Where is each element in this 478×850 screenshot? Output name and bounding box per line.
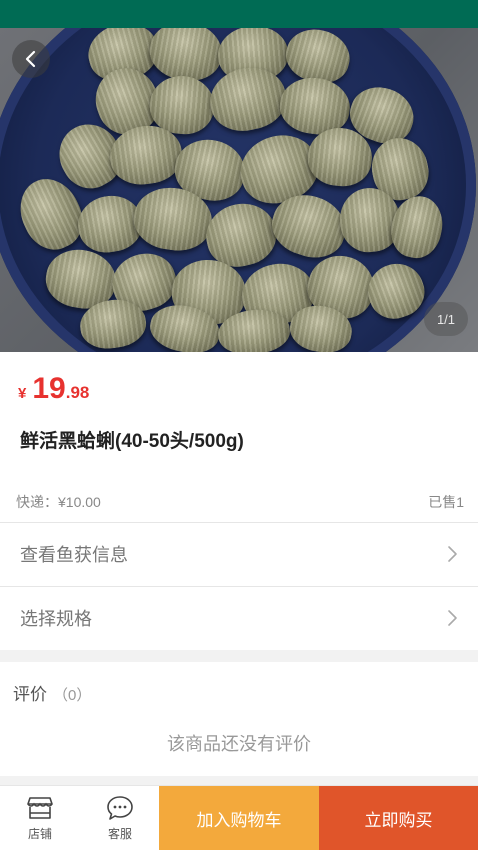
status-bar	[0, 0, 478, 28]
choose-spec-label: 选择规格	[20, 609, 92, 629]
chevron-left-icon	[25, 50, 36, 68]
chevron-right-icon	[448, 610, 457, 626]
bottom-action-bar: 店铺 客服 加入购物车 立即购买	[0, 785, 478, 850]
add-to-cart-button[interactable]: 加入购物车	[159, 786, 319, 850]
chevron-right-icon	[448, 546, 457, 562]
sold-count: 已售1	[428, 494, 464, 510]
shipping-row: 快递：¥10.00 已售1	[16, 492, 464, 512]
section-separator	[0, 776, 478, 785]
choose-spec-link[interactable]: 选择规格	[0, 587, 478, 649]
store-button[interactable]: 店铺	[0, 786, 80, 850]
customer-service-label: 客服	[107, 826, 132, 841]
price-decimal: .98	[65, 383, 90, 402]
customer-service-button[interactable]: 客服	[80, 786, 160, 850]
back-button[interactable]	[12, 40, 50, 78]
shipping-fee: 快递：¥10.00	[16, 494, 101, 510]
reviews-header: 评价 （0）	[13, 680, 91, 705]
catch-info-link[interactable]: 查看鱼获信息	[0, 523, 478, 585]
product-title: 鲜活黑蛤蜊(40-50头/500g)	[20, 431, 244, 452]
reviews-title: 评价	[13, 685, 47, 704]
currency-symbol: ¥	[18, 385, 27, 402]
chat-bubble-icon	[107, 795, 133, 820]
product-image[interactable]: 1/1	[0, 28, 478, 352]
buy-now-button[interactable]: 立即购买	[319, 786, 478, 850]
catch-info-label: 查看鱼获信息	[20, 545, 128, 565]
section-separator	[0, 650, 478, 662]
price: ¥ 19 .98	[18, 372, 89, 406]
reviews-count: （0）	[53, 687, 92, 704]
price-integer: 19	[32, 372, 66, 405]
reviews-empty-message: 该商品还没有评价	[167, 734, 311, 754]
store-icon	[27, 796, 53, 819]
image-pager: 1/1	[424, 302, 468, 336]
store-label: 店铺	[27, 826, 52, 841]
